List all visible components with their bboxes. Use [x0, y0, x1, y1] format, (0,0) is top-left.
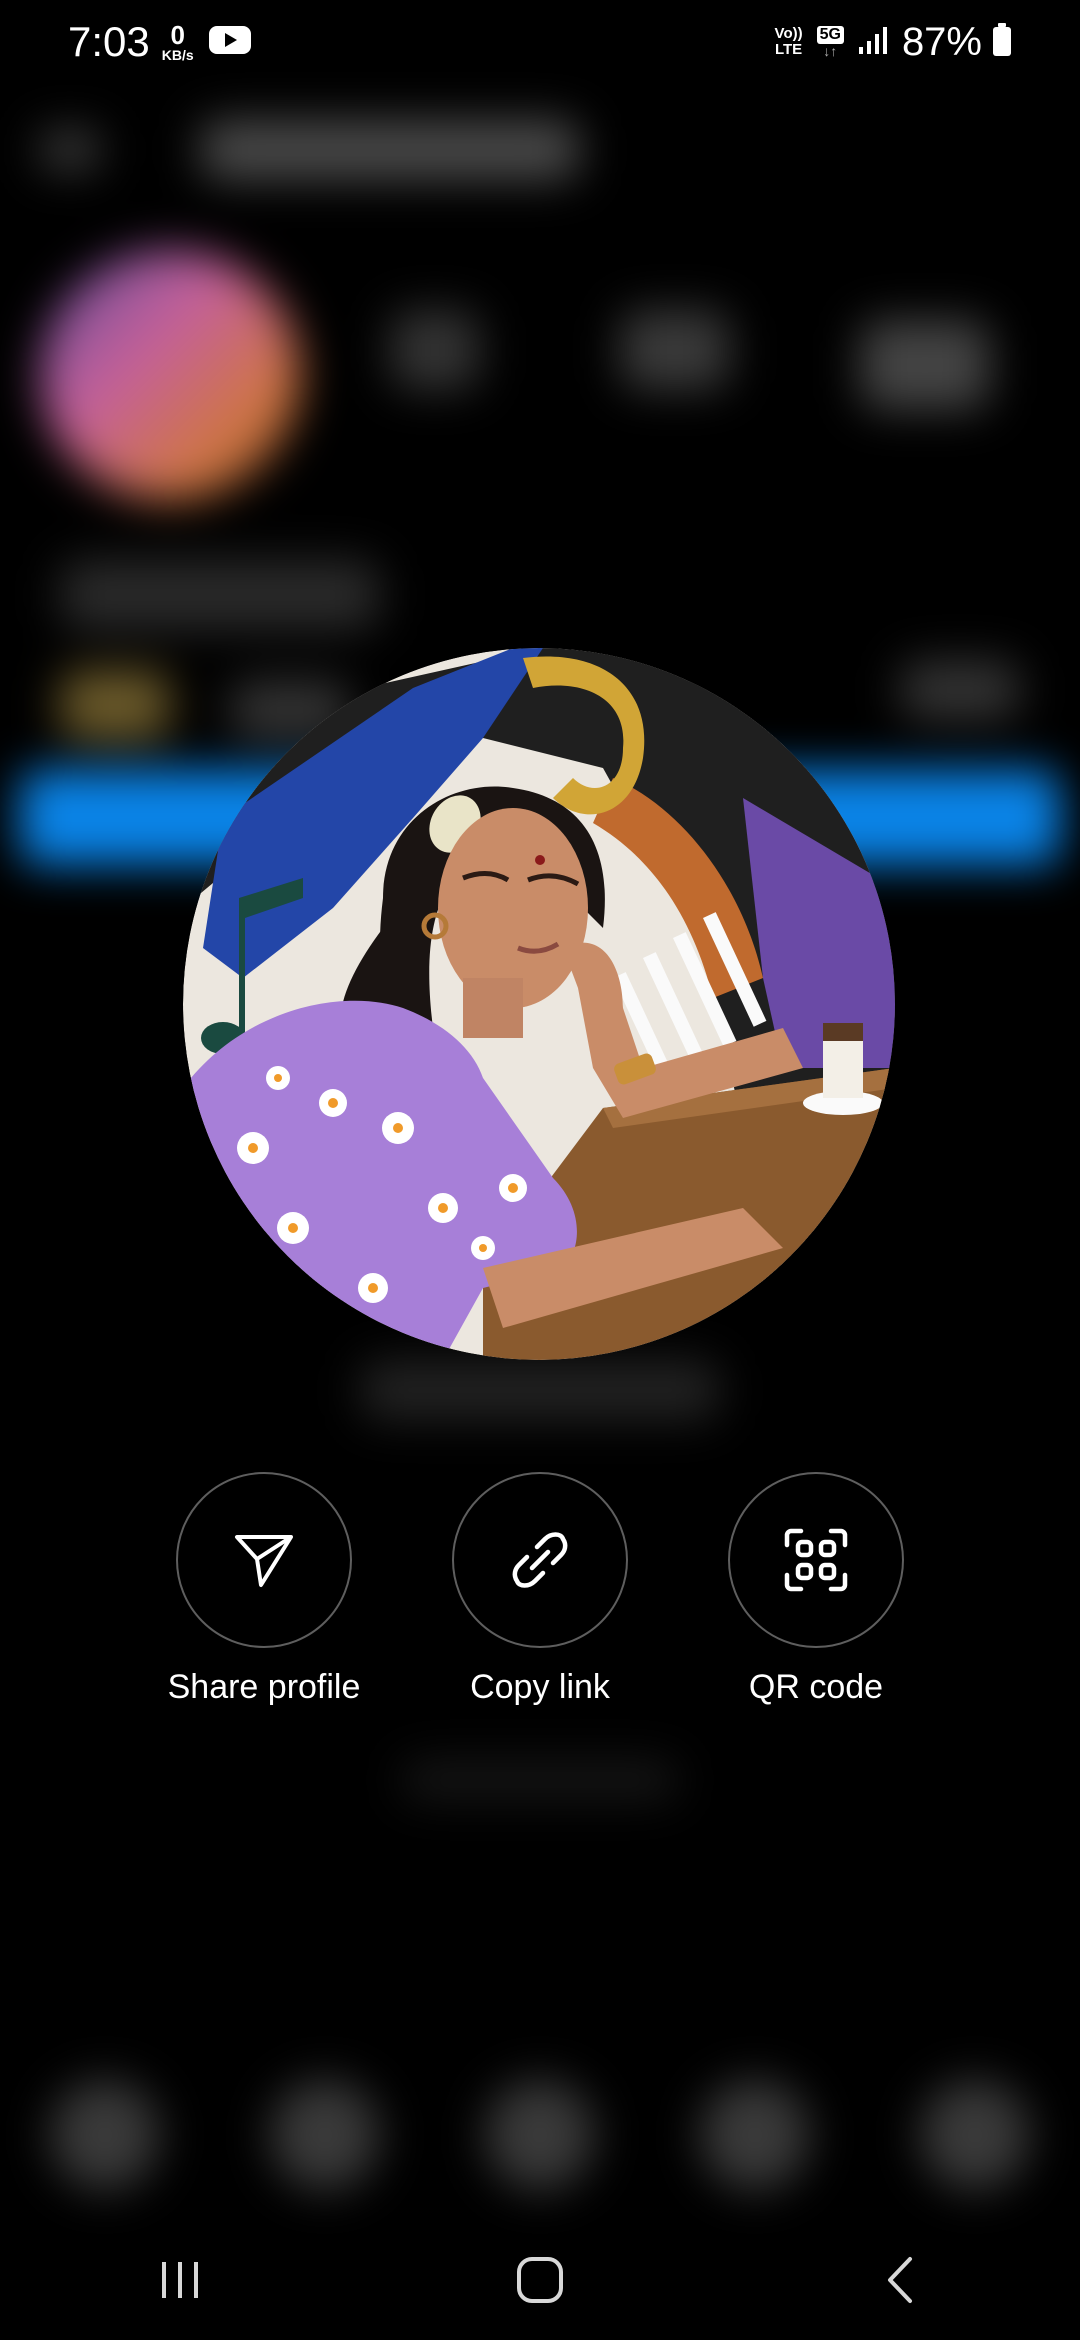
home-icon [517, 2257, 563, 2303]
copy-link-button[interactable]: Copy link [410, 1472, 670, 1707]
share-profile-label: Share profile [167, 1668, 361, 1706]
qr-code-label: QR code [748, 1668, 884, 1706]
share-profile-button[interactable]: Share profile [134, 1472, 394, 1707]
youtube-icon [208, 24, 252, 61]
qr-code-button[interactable]: QR code [686, 1472, 946, 1707]
back-button[interactable] [820, 2230, 980, 2330]
qr-scan-icon [784, 1528, 848, 1592]
battery-icon [992, 22, 1012, 62]
clock: 7:03 [68, 18, 150, 65]
battery-percent: 87% [901, 19, 982, 64]
send-icon [235, 1535, 293, 1587]
back-icon [888, 2257, 912, 2303]
copy-link-circle[interactable] [452, 1472, 628, 1648]
profile-actions: Share profile Copy link QR code [0, 1472, 1080, 1732]
signal-icon [858, 25, 888, 60]
share-profile-circle[interactable] [176, 1472, 352, 1648]
recent-apps-icon [162, 2262, 198, 2298]
network-speed: 0 KB/s [161, 20, 194, 63]
status-bar: 7:03 0 KB/s Vo)) LTE 5G ↓↑ 87% [0, 0, 1080, 84]
qr-code-circle[interactable] [728, 1472, 904, 1648]
link-icon [512, 1532, 568, 1588]
recent-apps-button[interactable] [100, 2230, 260, 2330]
home-button[interactable] [460, 2230, 620, 2330]
volte-indicator: Vo)) LTE [774, 25, 803, 58]
network-type-indicator: 5G ↓↑ [816, 26, 844, 58]
copy-link-label: Copy link [470, 1668, 610, 1706]
profile-photo [183, 648, 895, 1360]
system-navigation-bar [0, 2220, 1080, 2340]
